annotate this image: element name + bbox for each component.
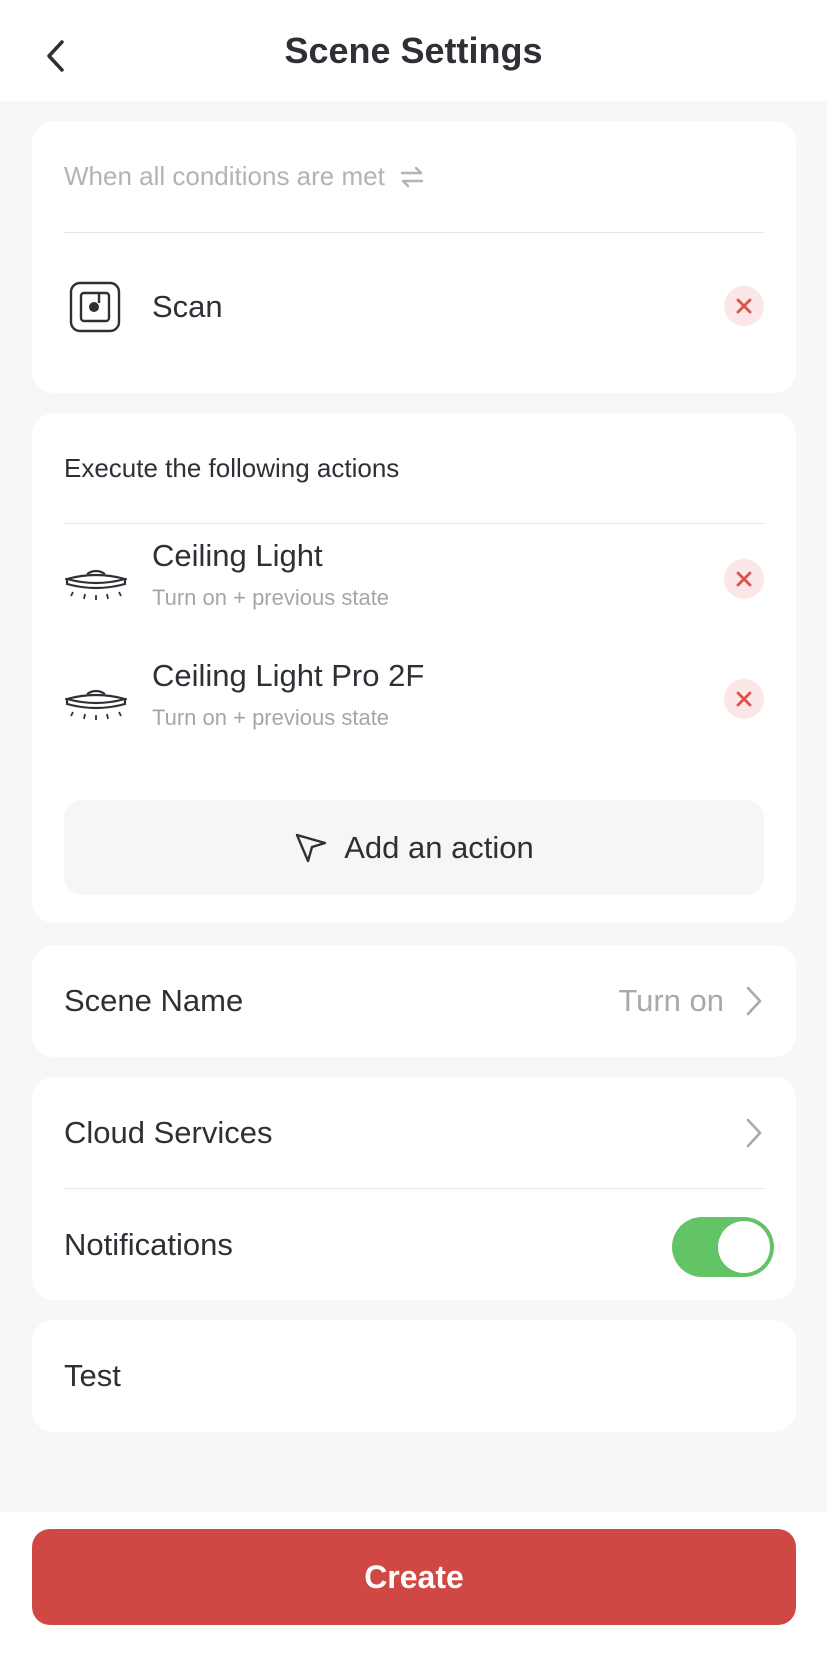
action-label: Ceiling Light Pro 2F xyxy=(152,658,425,693)
actions-heading: Execute the following actions xyxy=(64,453,400,483)
page-title: Scene Settings xyxy=(284,30,543,71)
conditions-card: When all conditions are met Scan xyxy=(32,121,796,393)
action-detail: Turn on + previous state xyxy=(152,585,390,610)
top-bar: Scene Settings xyxy=(0,0,827,101)
notifications-label: Notifications xyxy=(64,1227,233,1262)
test-label: Test xyxy=(64,1358,121,1393)
chevron-right-icon xyxy=(746,1118,762,1148)
divider xyxy=(64,523,764,524)
scene-name-label: Scene Name xyxy=(64,983,244,1018)
condition-label: Scan xyxy=(152,289,223,324)
remove-action-button[interactable] xyxy=(724,679,764,719)
scan-icon xyxy=(69,281,121,333)
conditions-hint[interactable]: When all conditions are met xyxy=(64,161,425,192)
cloud-services-row[interactable]: Cloud Services xyxy=(32,1077,796,1188)
action-label: Ceiling Light xyxy=(152,538,323,573)
add-action-button[interactable]: Add an action xyxy=(64,800,764,895)
close-icon xyxy=(736,298,752,314)
services-card: Cloud Services Notifications xyxy=(32,1077,796,1300)
cloud-services-label: Cloud Services xyxy=(64,1115,273,1150)
action-item[interactable]: Ceiling Light Turn on + previous state xyxy=(32,538,796,638)
swap-arrows-icon xyxy=(400,166,424,187)
test-row[interactable]: Test xyxy=(32,1320,796,1432)
scene-name-value: Turn on xyxy=(618,983,724,1018)
action-item[interactable]: Ceiling Light Pro 2F Turn on + previous … xyxy=(32,658,796,758)
remove-condition-button[interactable] xyxy=(724,286,764,326)
condition-item-scan[interactable]: Scan xyxy=(32,261,796,351)
close-icon xyxy=(736,571,752,587)
action-detail: Turn on + previous state xyxy=(152,705,390,730)
divider xyxy=(64,1188,764,1189)
scene-name-row[interactable]: Scene Name Turn on xyxy=(32,945,796,1057)
notifications-toggle[interactable] xyxy=(672,1217,774,1277)
actions-card: Execute the following actions Ceiling Li… xyxy=(32,413,796,923)
conditions-hint-text: When all conditions are met xyxy=(64,161,385,191)
toggle-knob xyxy=(718,1221,770,1273)
chevron-right-icon xyxy=(746,986,762,1016)
ceiling-light-icon xyxy=(65,569,127,600)
ceiling-light-icon xyxy=(65,689,127,720)
remove-action-button[interactable] xyxy=(724,559,764,599)
add-action-label: Add an action xyxy=(344,829,534,865)
close-icon xyxy=(736,691,752,707)
cursor-arrow-icon xyxy=(296,833,327,862)
create-button[interactable]: Create xyxy=(32,1529,796,1625)
divider xyxy=(64,232,764,233)
